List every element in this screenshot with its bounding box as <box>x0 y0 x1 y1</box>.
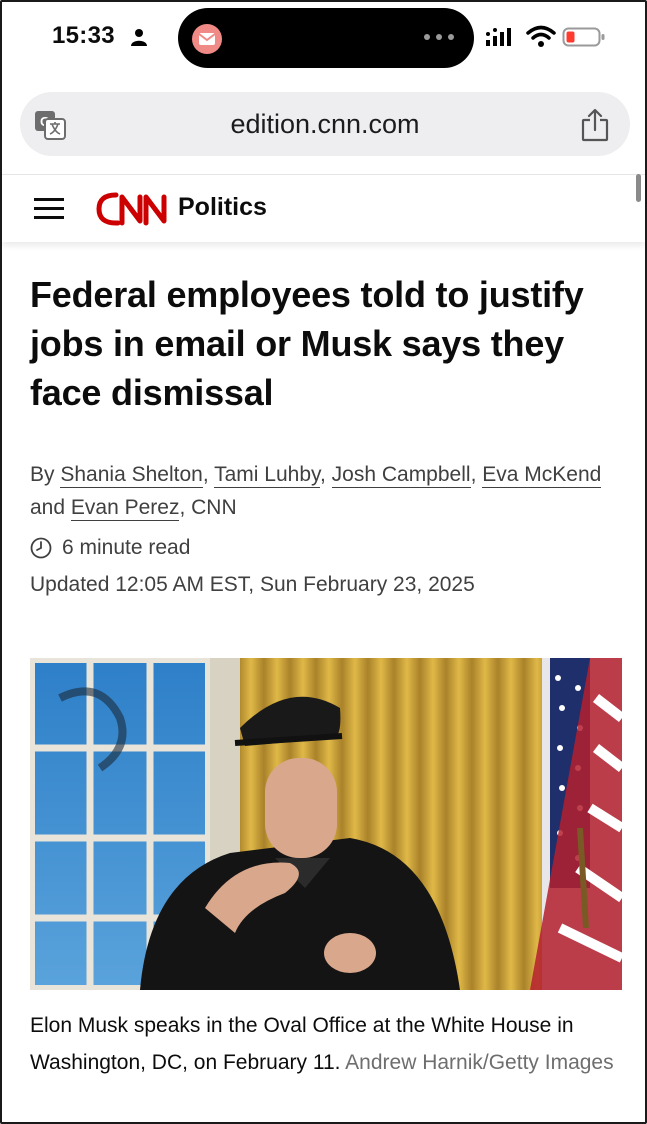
read-time-text: 6 minute read <box>62 536 191 559</box>
byline-separator: , <box>470 463 477 486</box>
dynamic-island[interactable] <box>178 8 474 68</box>
status-bar: 15:33 <box>2 2 645 78</box>
mail-app-icon[interactable] <box>192 24 222 54</box>
site-header: Politics <box>2 174 645 242</box>
author-link[interactable]: Shania Shelton <box>60 463 203 488</box>
phone-screen: 15:33 edition.cnn.com Politics Federal e… <box>0 0 647 1124</box>
person-icon <box>131 29 147 46</box>
byline-prefix: By <box>30 463 55 486</box>
clock-icon <box>30 537 52 559</box>
read-time: 6 minute read <box>30 534 190 562</box>
author-link[interactable]: Tami Luhby <box>214 463 320 488</box>
article-headline: Federal employees told to justify jobs i… <box>30 274 584 413</box>
battery-low-icon <box>562 27 605 47</box>
photo-credit: Andrew Harnik/Getty Images <box>345 1051 614 1074</box>
section-label[interactable]: Politics <box>178 193 267 222</box>
hamburger-menu-icon[interactable] <box>34 196 64 220</box>
byline-conjunction: and <box>30 496 66 519</box>
url-text[interactable]: edition.cnn.com <box>20 109 630 140</box>
address-bar[interactable]: G edition.cnn.com <box>20 92 630 156</box>
byline-separator: , <box>319 463 326 486</box>
byline-separator: , <box>202 463 209 486</box>
cellular-signal-icon <box>486 28 511 46</box>
author-link[interactable]: Evan Perez <box>70 496 180 521</box>
article-photo[interactable] <box>30 658 622 990</box>
byline-suffix: , CNN <box>179 496 237 519</box>
byline: By Shania Shelton, Tami Luhby, Josh Camp… <box>30 458 610 524</box>
author-link[interactable]: Josh Campbell <box>331 463 471 488</box>
updated-timestamp: Updated 12:05 AM EST, Sun February 23, 2… <box>30 573 475 596</box>
scrollbar[interactable] <box>636 174 641 202</box>
wifi-icon <box>526 25 556 47</box>
author-link[interactable]: Eva McKend <box>482 463 602 488</box>
more-dots-icon <box>424 34 454 40</box>
share-icon[interactable] <box>580 108 610 142</box>
photo-caption: Elon Musk speaks in the Oval Office at t… <box>30 1007 630 1081</box>
status-time: 15:33 <box>52 22 115 49</box>
cnn-logo[interactable] <box>94 189 174 229</box>
